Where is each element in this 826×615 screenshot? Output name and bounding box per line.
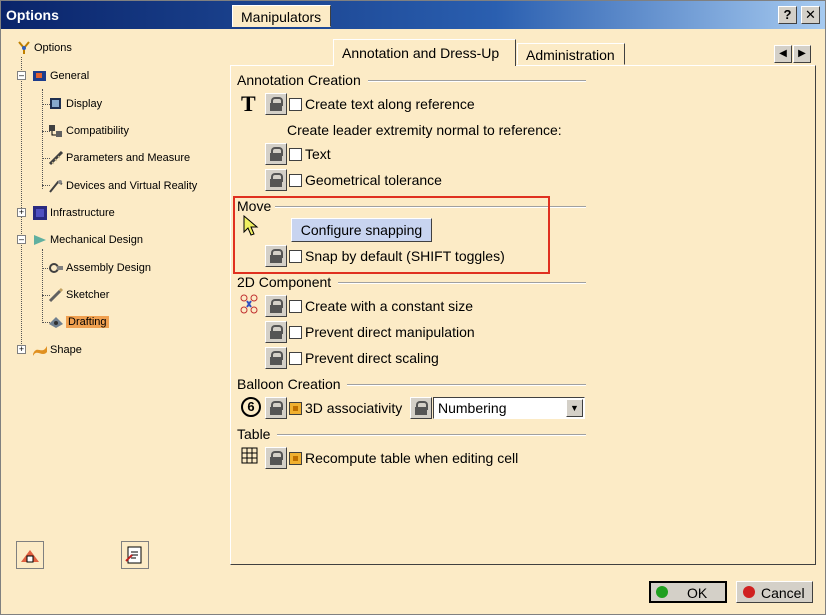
create-text-along-reference-checkbox[interactable] (289, 98, 302, 111)
cancel-button[interactable]: Cancel (736, 581, 813, 603)
leader-text-checkbox[interactable] (289, 148, 302, 161)
lock-icon[interactable] (265, 397, 287, 419)
help-button[interactable]: ? (778, 6, 797, 24)
sketcher-icon (48, 287, 64, 303)
export-options-icon[interactable] (121, 541, 149, 569)
balloon-icon: 6 (241, 397, 261, 417)
text-tool-icon: T (241, 91, 256, 116)
recompute-table-checkbox[interactable] (289, 452, 302, 465)
tree-label: General (50, 70, 90, 82)
tree-item-shape[interactable]: Shape (32, 341, 82, 359)
assembly-design-icon (48, 260, 64, 276)
title-bar: Options ? ✕ (1, 1, 825, 29)
lock-icon[interactable] (265, 447, 287, 469)
lock-icon[interactable] (410, 397, 432, 419)
leader-normal-label: Create leader extremity normal to refere… (287, 122, 562, 138)
tree-item-mechanical-design[interactable]: Mechanical Design (32, 231, 143, 249)
drafting-icon (48, 314, 64, 330)
prevent-direct-manipulation-label: Prevent direct manipulation (305, 324, 475, 340)
lock-icon[interactable] (265, 169, 287, 191)
group-title-table: Table (237, 426, 271, 442)
create-text-along-reference-label: Create text along reference (305, 96, 475, 112)
devices-icon (48, 178, 64, 194)
prevent-direct-scaling-checkbox[interactable] (289, 352, 302, 365)
lock-icon[interactable] (265, 143, 287, 165)
group-title-2d-component: 2D Component (237, 274, 332, 290)
tree-label: Shape (50, 344, 82, 356)
options-dialog: Options ? ✕ Options – General Display Co… (0, 0, 826, 615)
expand-shape[interactable]: + (17, 345, 26, 354)
parameters-icon (48, 150, 64, 166)
tab-manipulators[interactable]: Manipulators (232, 5, 331, 27)
recompute-table-label: Recompute table when editing cell (305, 450, 519, 466)
lock-icon[interactable] (265, 295, 287, 317)
mechanical-design-icon (32, 232, 48, 248)
tree-item-general[interactable]: General (32, 67, 89, 85)
reset-options-icon[interactable] (16, 541, 44, 569)
cancel-icon (743, 586, 755, 598)
tree-item-options[interactable]: Options (16, 39, 72, 57)
leader-text-label: Text (305, 146, 331, 162)
tree-label: Sketcher (66, 289, 110, 301)
tree-label: Drafting (66, 316, 109, 328)
tree-label: Parameters and Measure (66, 152, 191, 164)
geometrical-tolerance-label: Geometrical tolerance (305, 172, 442, 188)
tree-item-sketcher[interactable]: Sketcher (48, 286, 109, 304)
tab-annotation-dress-up[interactable]: Annotation and Dress-Up (333, 39, 516, 66)
window-title: Options (6, 7, 59, 23)
tabs-scroll-right-button[interactable]: ▶ (793, 45, 811, 63)
numbering-select-value: Numbering (438, 400, 507, 416)
options-tree: Options – General Display Compatibility (4, 33, 224, 611)
tree-label: Infrastructure (50, 207, 115, 219)
tree-label: Display (66, 98, 103, 110)
highlight-box (233, 196, 550, 274)
tree-item-compatibility[interactable]: Compatibility (48, 122, 129, 140)
tree-item-display[interactable]: Display (48, 95, 102, 113)
2d-component-icon (239, 293, 261, 315)
lock-icon[interactable] (265, 347, 287, 369)
tree-label: Mechanical Design (50, 234, 143, 246)
lock-icon[interactable] (265, 321, 287, 343)
create-constant-size-label: Create with a constant size (305, 298, 474, 314)
infrastructure-icon (32, 205, 48, 221)
3d-associativity-checkbox[interactable] (289, 402, 302, 415)
prevent-direct-scaling-label: Prevent direct scaling (305, 350, 439, 366)
tree-item-infrastructure[interactable]: Infrastructure (32, 204, 115, 222)
tree-label: Devices and Virtual Reality (66, 180, 198, 192)
compatibility-icon (48, 123, 64, 139)
group-title-balloon-creation: Balloon Creation (237, 376, 341, 392)
tab-administration[interactable]: Administration (517, 43, 625, 65)
numbering-select[interactable]: Numbering ▼ (433, 397, 585, 419)
shape-icon (32, 342, 48, 358)
annotation-panel (230, 65, 816, 565)
ok-icon (656, 586, 668, 598)
chevron-down-icon[interactable]: ▼ (566, 399, 583, 417)
tree-item-assembly-design[interactable]: Assembly Design (48, 259, 151, 277)
tabs-scroll-left-button[interactable]: ◀ (774, 45, 792, 63)
display-icon (48, 96, 64, 112)
options-icon (16, 40, 32, 56)
cancel-label: Cancel (761, 585, 805, 601)
prevent-direct-manipulation-checkbox[interactable] (289, 326, 302, 339)
tree-item-parameters[interactable]: Parameters and Measure (48, 149, 190, 167)
close-button[interactable]: ✕ (801, 6, 820, 24)
tree-label: Options (34, 42, 72, 54)
general-icon (32, 68, 48, 84)
group-title-annotation-creation: Annotation Creation (237, 72, 361, 88)
expand-infrastructure[interactable]: + (17, 208, 26, 217)
ok-button[interactable]: OK (649, 581, 727, 603)
tree-label: Assembly Design (66, 262, 151, 274)
tree-item-drafting[interactable]: Drafting (48, 313, 109, 331)
tree-item-devices[interactable]: Devices and Virtual Reality (48, 177, 197, 195)
lock-icon[interactable] (265, 93, 287, 115)
ok-label: OK (687, 585, 708, 601)
expand-mechanical-design[interactable]: – (17, 235, 26, 244)
create-constant-size-checkbox[interactable] (289, 300, 302, 313)
3d-associativity-label: 3D associativity (305, 400, 403, 416)
tree-label: Compatibility (66, 125, 129, 137)
table-grid-icon (241, 447, 259, 465)
geometrical-tolerance-checkbox[interactable] (289, 174, 302, 187)
expand-general[interactable]: – (17, 71, 26, 80)
